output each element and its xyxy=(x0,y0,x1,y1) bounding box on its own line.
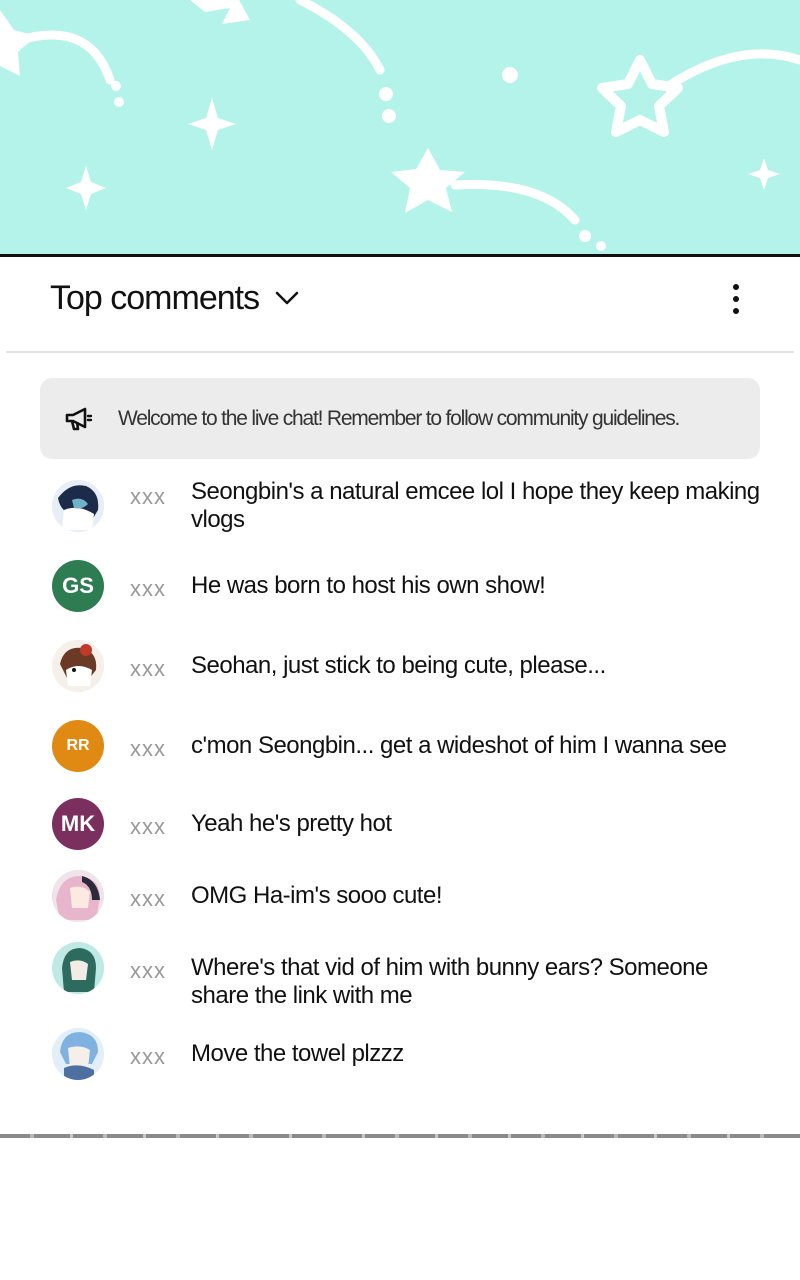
comments-header: Top comments xyxy=(0,257,800,351)
sort-dropdown[interactable]: Top comments xyxy=(50,279,299,318)
comment-text: Where's that vid of him with bunny ears?… xyxy=(191,954,708,1009)
notice-text: Welcome to the live chat! Remember to fo… xyxy=(118,406,680,430)
more-vertical-icon[interactable] xyxy=(722,281,750,317)
comment-text: Seongbin's a natural emcee lol I hope th… xyxy=(191,478,760,533)
megaphone-icon xyxy=(64,406,94,432)
star-decoration-icon xyxy=(0,0,800,251)
username: xxx xyxy=(130,736,166,761)
avatar[interactable]: MK xyxy=(52,798,104,850)
comment-text: c'mon Seongbin... get a wideshot of him … xyxy=(191,732,727,759)
header-divider xyxy=(6,351,794,353)
username: xxx xyxy=(130,656,166,681)
avatar[interactable]: GS xyxy=(52,560,104,612)
username: xxx xyxy=(130,576,166,601)
username: xxx xyxy=(130,886,166,911)
username: xxx xyxy=(130,1044,166,1069)
comment-text: He was born to host his own show! xyxy=(191,572,546,599)
avatar[interactable]: RR xyxy=(52,720,104,772)
avatar[interactable] xyxy=(52,640,104,692)
comment-text: Move the towel plzzz xyxy=(191,1040,404,1067)
avatar[interactable] xyxy=(52,870,104,922)
comment-text: Seohan, just stick to being cute, please… xyxy=(191,652,606,679)
comment-text: Yeah he's pretty hot xyxy=(191,810,392,837)
chat-notice: Welcome to the live chat! Remember to fo… xyxy=(40,378,760,459)
avatar[interactable] xyxy=(52,480,104,532)
comment-text: OMG Ha-im's sooo cute! xyxy=(191,882,442,909)
chevron-down-icon xyxy=(275,291,299,310)
username: xxx xyxy=(130,958,166,983)
avatar[interactable] xyxy=(52,1028,104,1080)
page-title: Top comments xyxy=(50,279,260,317)
avatar[interactable] xyxy=(52,942,104,994)
panel-bottom-border xyxy=(0,1134,800,1138)
decorative-banner xyxy=(0,0,800,254)
username: xxx xyxy=(130,814,166,839)
username: xxx xyxy=(130,484,166,509)
